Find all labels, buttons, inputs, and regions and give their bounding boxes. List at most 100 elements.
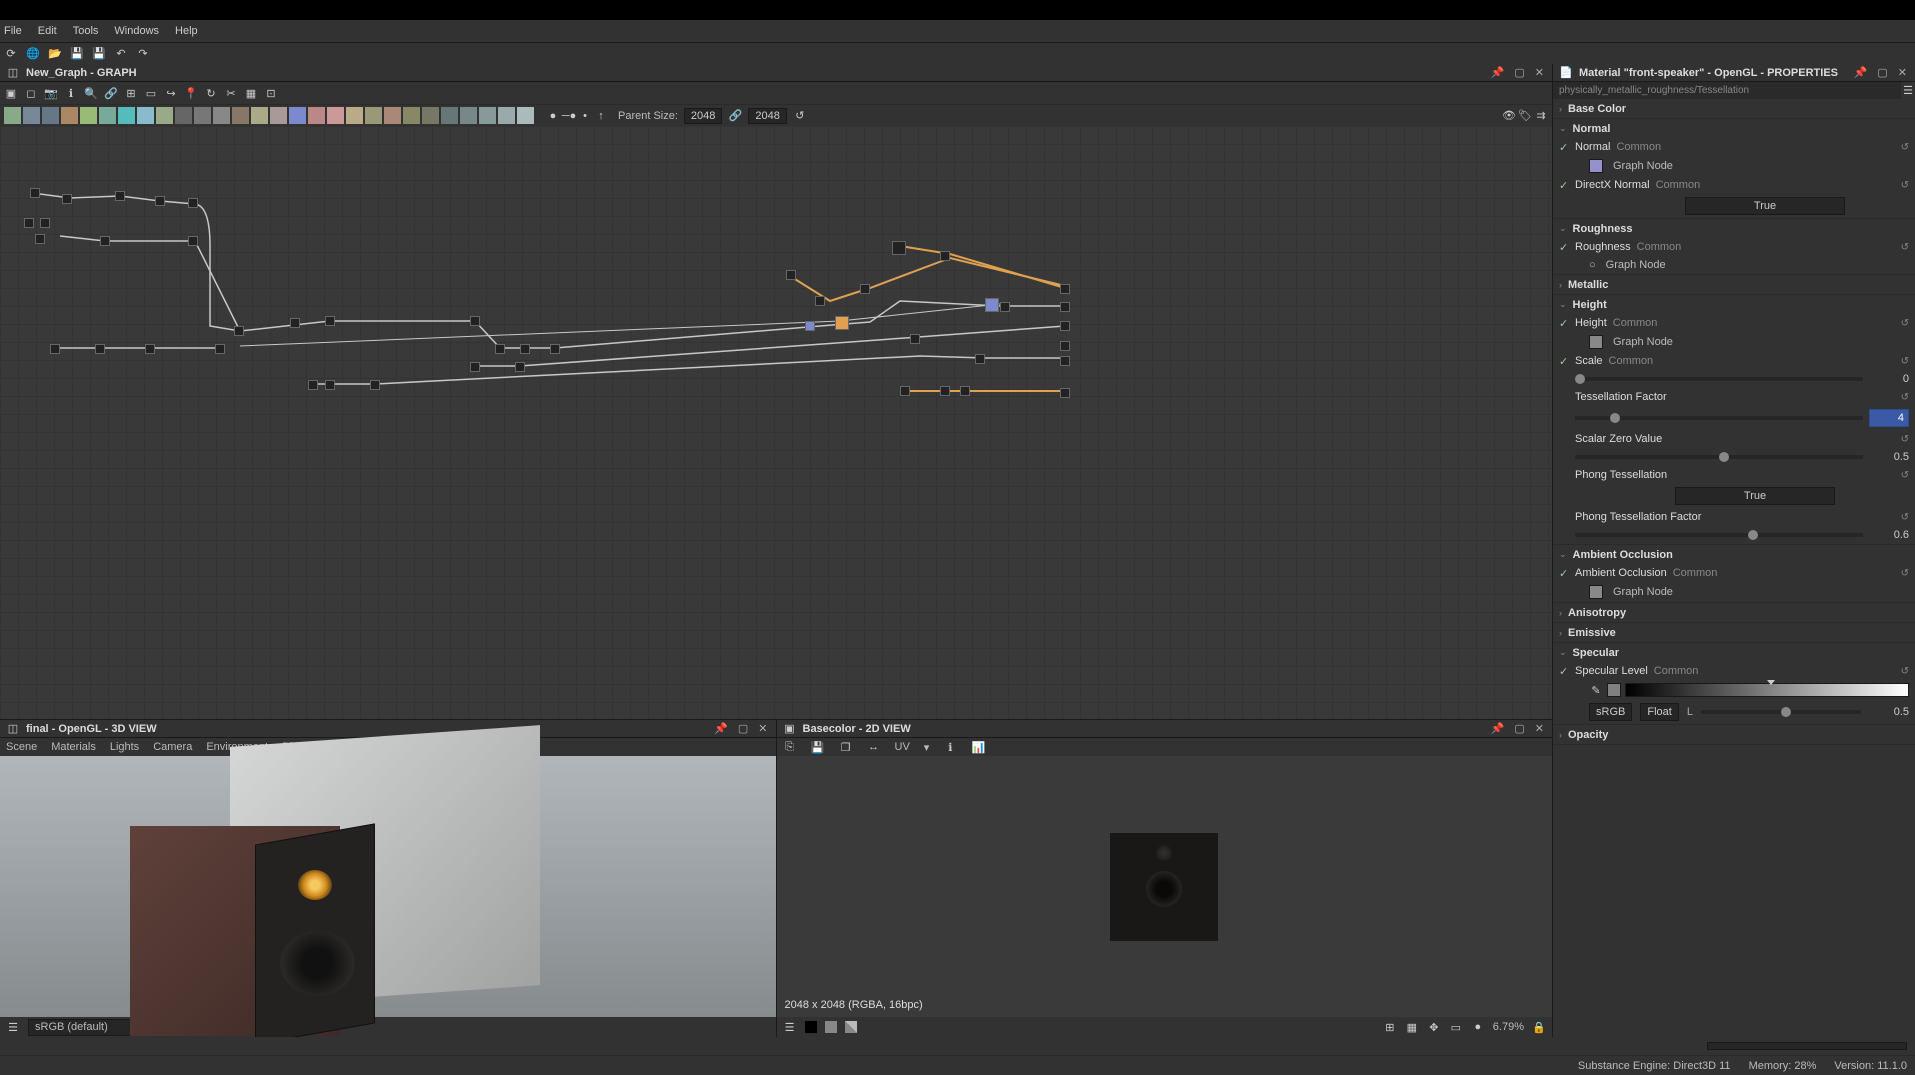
menu-edit[interactable]: Edit xyxy=(38,25,57,37)
tessellation-slider[interactable] xyxy=(1575,416,1863,420)
node-text[interactable] xyxy=(61,107,78,124)
graph-node[interactable] xyxy=(786,270,796,280)
graph-node[interactable] xyxy=(325,316,335,326)
copy-icon[interactable]: ⎘ xyxy=(783,740,797,754)
pin-icon[interactable]: 📌 xyxy=(712,722,730,735)
graph-node[interactable] xyxy=(100,236,110,246)
scale-value[interactable]: 0 xyxy=(1869,373,1909,385)
dot-icon[interactable]: • xyxy=(578,109,592,123)
graph-node[interactable] xyxy=(24,218,34,228)
check-icon[interactable]: ✓ xyxy=(1559,141,1568,154)
node-bitmap[interactable] xyxy=(23,107,40,124)
check-icon[interactable]: ✓ xyxy=(1559,317,1568,330)
graph-node[interactable] xyxy=(985,298,999,312)
align-icon[interactable]: ▦ xyxy=(244,86,258,100)
srgb-button[interactable]: sRGB xyxy=(1589,703,1632,721)
reset-icon[interactable]: ↺ xyxy=(1901,470,1909,481)
graph-node[interactable] xyxy=(470,316,480,326)
bg-checker[interactable] xyxy=(845,1021,857,1033)
node-channels[interactable] xyxy=(251,107,268,124)
graph-node[interactable] xyxy=(960,386,970,396)
maximize-icon[interactable]: ▢ xyxy=(736,722,750,735)
section-emissive[interactable]: ›Emissive xyxy=(1553,623,1915,642)
scale-slider[interactable] xyxy=(1575,377,1863,381)
maximize-icon[interactable]: ▢ xyxy=(1512,722,1526,735)
section-specular[interactable]: ⌄Specular xyxy=(1553,643,1915,662)
graph-node[interactable] xyxy=(234,326,244,336)
reset-icon[interactable]: ↺ xyxy=(1901,434,1909,445)
graph-node[interactable] xyxy=(495,344,505,354)
phong-factor-slider[interactable] xyxy=(1575,533,1863,537)
view3d-menu-lights[interactable]: Lights xyxy=(110,741,139,753)
graph-output-node[interactable] xyxy=(1060,321,1070,331)
check-icon[interactable]: ✓ xyxy=(1559,179,1568,192)
rotate-icon[interactable]: ↻ xyxy=(204,86,218,100)
node-pixelproc[interactable] xyxy=(403,107,420,124)
save-icon[interactable]: 💾 xyxy=(70,47,84,61)
graph-node[interactable] xyxy=(860,284,870,294)
group-icon[interactable]: ⊞ xyxy=(124,86,138,100)
section-normal[interactable]: ⌄Normal xyxy=(1553,119,1915,138)
pin-icon[interactable]: 📌 xyxy=(1489,66,1507,79)
node-blend[interactable] xyxy=(80,107,97,124)
graph-output-node[interactable] xyxy=(1060,284,1070,294)
reset-icon[interactable]: ↺ xyxy=(1901,666,1909,677)
reset-icon[interactable]: ↺ xyxy=(1901,568,1909,579)
graph-node[interactable] xyxy=(815,296,825,306)
dot2-icon[interactable]: ● xyxy=(1471,1020,1485,1034)
graph-node-link[interactable]: Graph Node xyxy=(1609,586,1673,598)
pin-icon[interactable]: 📌 xyxy=(1489,722,1507,735)
node-uniform-color[interactable] xyxy=(4,107,21,124)
info2-icon[interactable]: ℹ xyxy=(943,740,957,754)
graph-node[interactable] xyxy=(188,236,198,246)
graph-node[interactable] xyxy=(115,191,125,201)
reset-size-icon[interactable]: ↺ xyxy=(793,109,807,123)
radio-icon[interactable]: ○ xyxy=(1589,259,1596,271)
node-sharpen[interactable] xyxy=(327,107,344,124)
graph-node[interactable] xyxy=(975,354,985,364)
bg-gray[interactable] xyxy=(825,1021,837,1033)
input-icon[interactable]: ─● xyxy=(562,109,576,123)
node-svg2[interactable] xyxy=(441,107,458,124)
node-normal[interactable] xyxy=(270,107,287,124)
graph-node[interactable] xyxy=(215,344,225,354)
specular-l-slider[interactable] xyxy=(1701,710,1861,714)
menu-tools[interactable]: Tools xyxy=(73,25,99,37)
zoom-icon[interactable]: 🔍 xyxy=(84,86,98,100)
up-icon[interactable]: ↑ xyxy=(594,109,608,123)
graph-node[interactable] xyxy=(1000,302,1010,312)
open-icon[interactable]: 📂 xyxy=(48,47,62,61)
node-tile2[interactable] xyxy=(498,107,515,124)
node-tile[interactable] xyxy=(479,107,496,124)
pin-icon[interactable]: 📌 xyxy=(1852,66,1870,79)
scalar-zero-value[interactable]: 0.5 xyxy=(1869,451,1909,463)
view3d-menu-scene[interactable]: Scene xyxy=(6,741,37,753)
ao-swatch[interactable] xyxy=(1589,585,1603,599)
graph-node[interactable] xyxy=(900,386,910,396)
scalar-zero-slider[interactable] xyxy=(1575,455,1863,459)
directx-normal-toggle[interactable]: True xyxy=(1685,197,1845,215)
graph-node[interactable] xyxy=(145,344,155,354)
graph-node-link[interactable]: Graph Node xyxy=(1609,336,1673,348)
float-button[interactable]: Float xyxy=(1640,703,1678,721)
graph-node[interactable] xyxy=(290,318,300,328)
output-icon[interactable]: ● xyxy=(546,109,560,123)
link-icon[interactable]: 🔗 xyxy=(104,86,118,100)
graph-output-node[interactable] xyxy=(1060,388,1070,398)
node-levels[interactable] xyxy=(213,107,230,124)
graph-node[interactable] xyxy=(370,380,380,390)
cut-icon[interactable]: ✂ xyxy=(224,86,238,100)
reset-icon[interactable]: ↺ xyxy=(1901,142,1909,153)
menu-windows[interactable]: Windows xyxy=(114,25,159,37)
select-icon[interactable]: ◻ xyxy=(24,86,38,100)
graph-node[interactable] xyxy=(50,344,60,354)
refresh-icon[interactable]: ⟳ xyxy=(4,47,18,61)
graph-node[interactable] xyxy=(308,380,318,390)
crop-icon[interactable]: ⊡ xyxy=(264,86,278,100)
menu-icon[interactable]: ☰ xyxy=(1901,84,1915,98)
duplicate-icon[interactable]: ❐ xyxy=(839,740,853,754)
world-icon[interactable]: 🌐 xyxy=(26,47,40,61)
timing-icon[interactable]: 👁 xyxy=(1502,109,1516,123)
node-transform[interactable] xyxy=(308,107,325,124)
graph-node-link[interactable]: Graph Node xyxy=(1602,259,1666,271)
